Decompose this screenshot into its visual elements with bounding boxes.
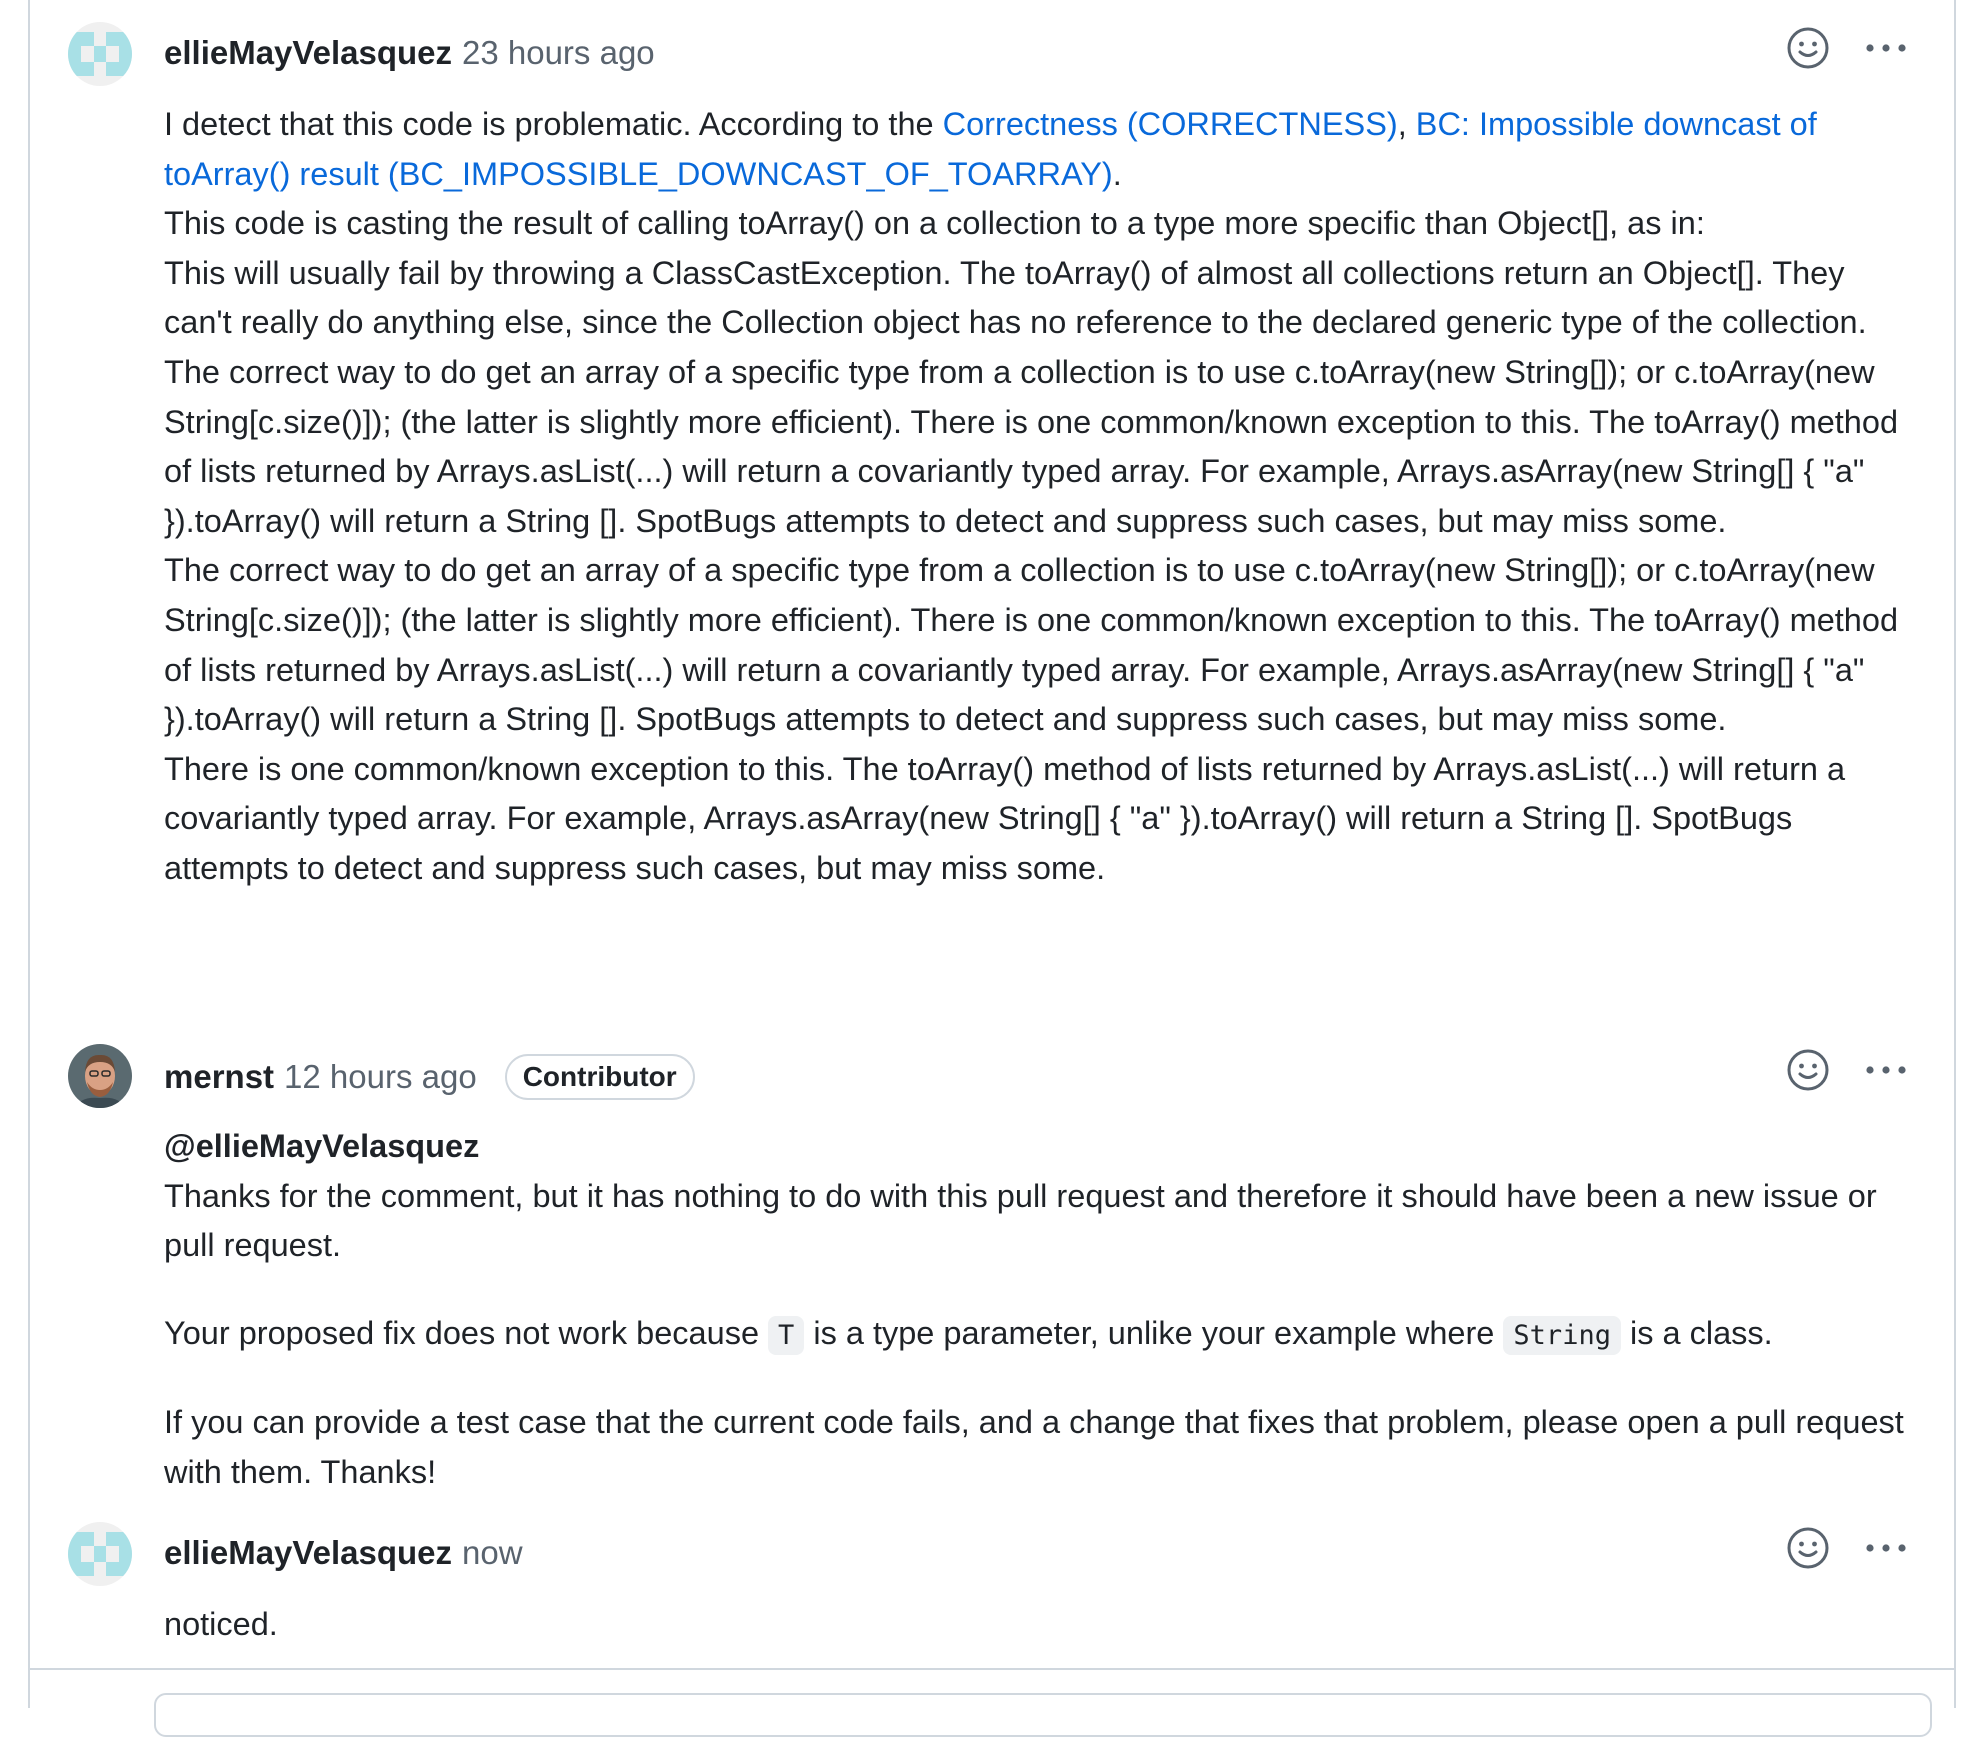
comment-author[interactable]: mernst: [164, 1058, 274, 1096]
kebab-horizontal-icon[interactable]: [1864, 26, 1908, 70]
text-span: is a type parameter, unlike your example…: [804, 1314, 1504, 1351]
text-span: Your proposed fix does not work because: [164, 1314, 769, 1351]
reply-box[interactable]: [154, 1693, 1932, 1737]
comment-paragraph: The correct way to do get an array of a …: [164, 552, 1899, 738]
smiley-icon[interactable]: [1786, 1048, 1830, 1092]
kebab-horizontal-icon[interactable]: [1864, 1526, 1908, 1570]
text-span: is a class.: [1620, 1314, 1773, 1351]
comment-actions: [1786, 1048, 1908, 1092]
avatar[interactable]: [68, 22, 132, 86]
comment-body: noticed.: [164, 1600, 1916, 1650]
comment-paragraph: Thanks for the comment, but it has nothi…: [164, 1177, 1877, 1264]
comment-paragraph: There is one common/known exception to t…: [164, 750, 1846, 886]
comment-header: ellieMayVelasquez now: [164, 1533, 523, 1573]
kebab-horizontal-icon[interactable]: [1864, 1048, 1908, 1092]
category-link[interactable]: Correctness (CORRECTNESS): [943, 106, 1398, 142]
comment-body: I detect that this code is problematic. …: [164, 100, 1916, 894]
comment-body: @ellieMayVelasquez Thanks for the commen…: [164, 1122, 1916, 1498]
comment-paragraph: If you can provide a test case that the …: [164, 1404, 1904, 1490]
comment-paragraph: noticed.: [164, 1606, 278, 1642]
inline-code: String: [1503, 1315, 1621, 1355]
divider: [30, 1668, 1954, 1670]
comment-author[interactable]: ellieMayVelasquez: [164, 34, 452, 72]
comment-paragraph: This code is casting the result of calli…: [164, 205, 1705, 242]
identicon-avatar: [68, 1522, 132, 1586]
intro-text: I detect that this code is problematic. …: [164, 106, 943, 142]
mention[interactable]: @ellieMayVelasquez: [164, 1122, 1916, 1172]
comment-header: mernst 12 hours ago Contributor: [164, 1054, 695, 1100]
comment-paragraph: This will usually fail by throwing a Cla…: [164, 254, 1899, 539]
comment-header: ellieMayVelasquez 23 hours ago: [164, 33, 655, 73]
comment-author[interactable]: ellieMayVelasquez: [164, 1534, 452, 1572]
comment-paragraph: I detect that this code is problematic. …: [164, 100, 1916, 199]
contributor-badge: Contributor: [504, 1054, 695, 1100]
comment-timestamp[interactable]: 12 hours ago: [284, 1058, 477, 1096]
smiley-icon[interactable]: [1786, 1526, 1830, 1570]
timeline: ellieMayVelasquez 23 hours ago I detect …: [28, 0, 1956, 1737]
comment-paragraph: Your proposed fix does not work because …: [164, 1309, 1916, 1361]
comment-actions: [1786, 1526, 1908, 1570]
avatar[interactable]: [68, 1522, 132, 1586]
separator-text: ,: [1397, 106, 1416, 142]
comment-actions: [1786, 26, 1908, 70]
avatar[interactable]: [68, 1044, 132, 1108]
comment-timestamp[interactable]: 23 hours ago: [462, 34, 655, 72]
identicon-avatar: [68, 22, 132, 86]
inline-code: T: [768, 1315, 805, 1355]
user-photo-avatar: [68, 1044, 132, 1108]
comment-timestamp[interactable]: now: [462, 1534, 523, 1572]
period-text: .: [1112, 155, 1122, 192]
smiley-icon[interactable]: [1786, 26, 1830, 70]
